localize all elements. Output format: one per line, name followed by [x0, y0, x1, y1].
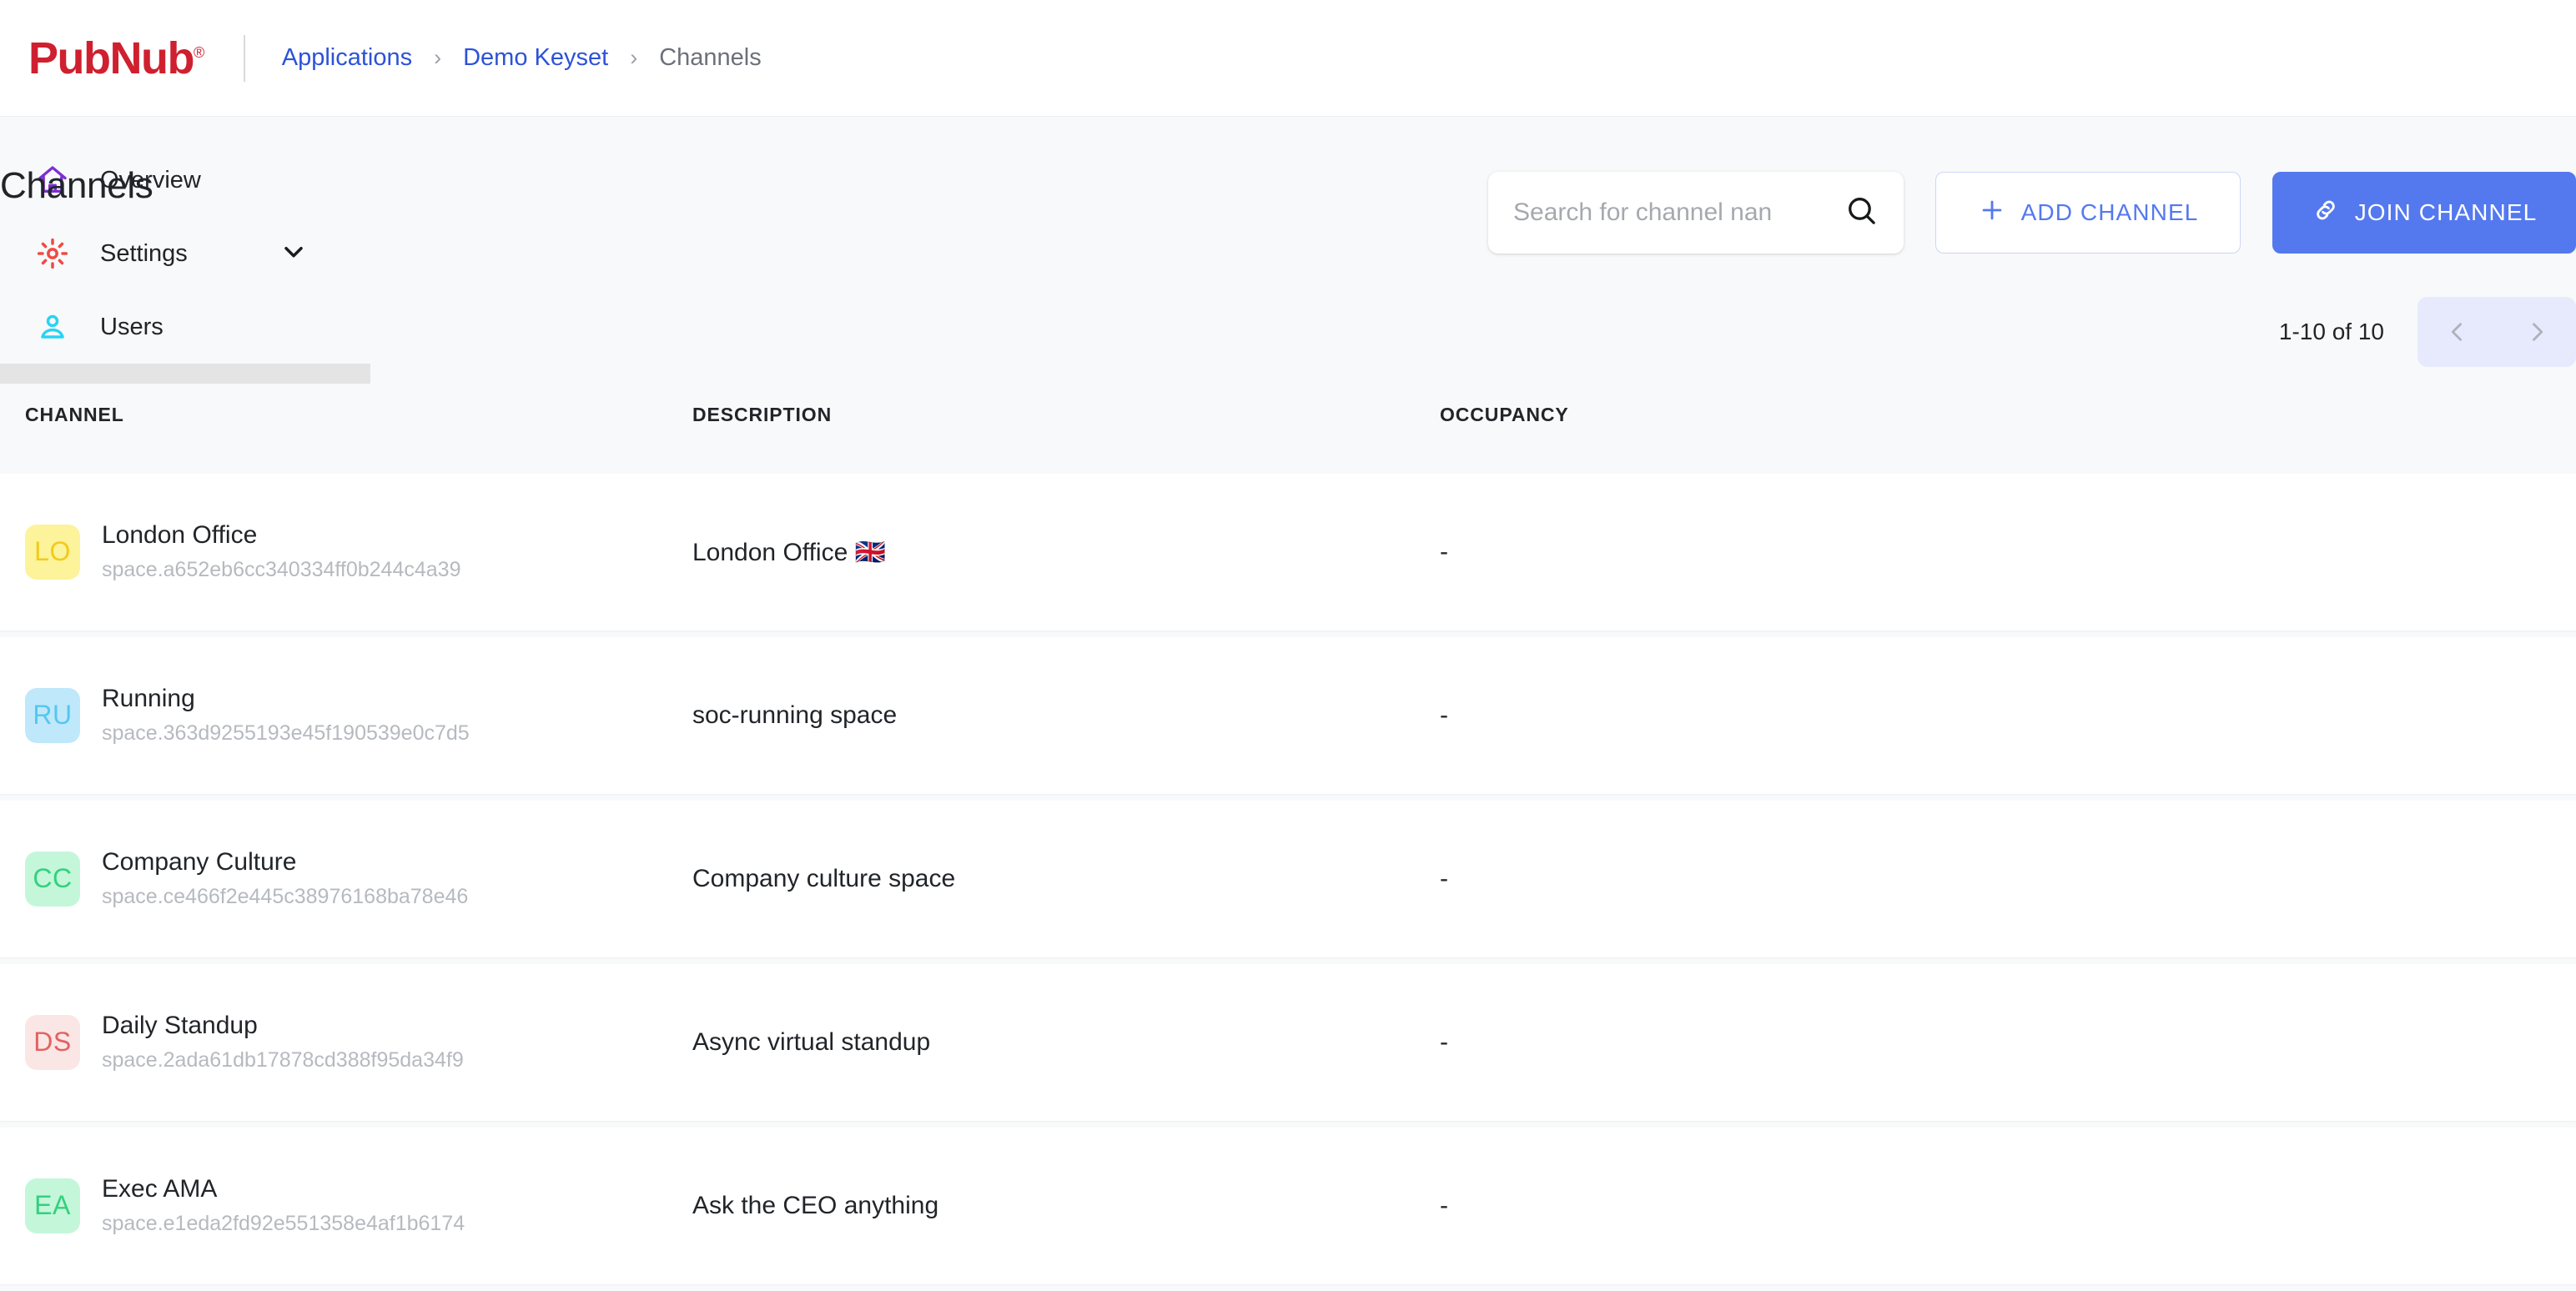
channels-table: CHANNEL DESCRIPTION OCCUPANCY LO London O…	[0, 384, 2576, 1291]
channel-meta: London Office space.a652eb6cc340334ff0b24…	[102, 520, 460, 584]
channel-id: space.a652eb6cc340334ff0b244c4a39	[102, 555, 460, 585]
gear-icon	[30, 237, 75, 270]
channel-description: Async virtual standup	[692, 1028, 1440, 1057]
avatar: CC	[25, 851, 80, 907]
next-page-button[interactable]	[2508, 297, 2566, 367]
breadcrumb: Applications › Demo Keyset › Channels	[282, 44, 762, 72]
breadcrumb-separator: ›	[434, 47, 441, 69]
channel-id: space.363d9255193e45f190539e0c7d5	[102, 719, 470, 748]
plus-icon	[1978, 196, 2006, 230]
search-input[interactable]	[1513, 198, 1844, 227]
channel-meta: Exec AMA space.e1eda2fd92e551358e4af1b617…	[102, 1173, 465, 1238]
channel-description: soc-running space	[692, 701, 1440, 730]
channel-id: space.e1eda2fd92e551358e4af1b6174	[102, 1209, 465, 1238]
channel-occupancy: -	[1440, 1028, 2576, 1057]
channel-cell: CC Company Culture space.ce466f2e445c38976…	[0, 846, 692, 911]
join-channel-button[interactable]: JOIN CHANNEL	[2272, 172, 2576, 254]
channel-name: Company Culture	[102, 846, 468, 878]
avatar-initials: DS	[33, 1027, 71, 1057]
channel-meta: Daily Standup space.2ada61db17878cd388f95…	[102, 1010, 464, 1074]
channel-meta: Company Culture space.ce466f2e445c3897616…	[102, 846, 468, 911]
avatar-initials: EA	[34, 1190, 71, 1221]
channel-cell: DS Daily Standup space.2ada61db17878cd388f…	[0, 1010, 692, 1074]
sidebar-item-users[interactable]: Users	[0, 290, 370, 364]
join-channel-label: JOIN CHANNEL	[2355, 199, 2538, 226]
sidebar-item-label: Settings	[100, 240, 188, 268]
add-channel-button[interactable]: ADD CHANNEL	[1935, 172, 2241, 254]
avatar-initials: LO	[34, 536, 71, 567]
table-row[interactable]: DS Daily Standup space.2ada61db17878cd388f…	[0, 964, 2576, 1121]
table-row[interactable]: RU Running space.363d9255193e45f190539e0c7…	[0, 637, 2576, 794]
page-title: Channels	[0, 165, 153, 207]
channel-occupancy: -	[1440, 701, 2576, 730]
channel-description: London Office 🇬🇧	[692, 538, 1440, 567]
top-bar: PubNub® Applications › Demo Keyset › Cha…	[0, 0, 2576, 117]
channel-id: space.ce466f2e445c38976168ba78e46	[102, 882, 468, 912]
avatar: RU	[25, 688, 80, 743]
logo-text: PubNub	[28, 33, 194, 83]
channel-cell: RU Running space.363d9255193e45f190539e0c7…	[0, 683, 692, 747]
previous-page-button[interactable]	[2428, 297, 2487, 367]
pubnub-logo[interactable]: PubNub®	[28, 36, 204, 81]
add-channel-label: ADD CHANNEL	[2021, 199, 2199, 226]
channel-name: Running	[102, 683, 470, 715]
table-row[interactable]: CC Company Culture space.ce466f2e445c38976…	[0, 801, 2576, 957]
pagination-buttons	[2418, 297, 2576, 367]
table-header-row: CHANNEL DESCRIPTION OCCUPANCY	[0, 384, 2576, 474]
channel-description: Company culture space	[692, 865, 1440, 893]
column-header-occupancy: OCCUPANCY	[1440, 404, 2576, 426]
channel-occupancy: -	[1440, 1192, 2576, 1220]
table-row[interactable]: LO London Office space.a652eb6cc340334ff0b…	[0, 474, 2576, 630]
search-icon[interactable]	[1844, 193, 1880, 234]
avatar: LO	[25, 525, 80, 580]
table-row[interactable]: EA Exec AMA space.e1eda2fd92e551358e4af1b6…	[0, 1128, 2576, 1284]
channel-cell: EA Exec AMA space.e1eda2fd92e551358e4af1b6…	[0, 1173, 692, 1238]
channel-description: Ask the CEO anything	[692, 1192, 1440, 1220]
sidebar-item-label: Users	[100, 314, 164, 341]
breadcrumb-applications[interactable]: Applications	[282, 44, 412, 72]
table-body: LO London Office space.a652eb6cc340334ff0b…	[0, 474, 2576, 1284]
channel-name: Exec AMA	[102, 1173, 465, 1205]
avatar-initials: CC	[33, 863, 72, 894]
column-header-channel: CHANNEL	[0, 404, 692, 426]
channel-occupancy: -	[1440, 538, 2576, 566]
main-content: Channels ADD CHA	[370, 117, 2576, 1291]
column-header-description: DESCRIPTION	[692, 404, 1440, 426]
registered-mark: ®	[194, 44, 204, 61]
user-icon	[30, 310, 75, 344]
pagination-range: 1-10 of 10	[2279, 319, 2384, 345]
channel-name: London Office	[102, 520, 460, 551]
sidebar-item-settings[interactable]: Settings	[0, 217, 370, 290]
app-root: PubNub® Applications › Demo Keyset › Cha…	[0, 0, 2576, 1291]
channel-name: Daily Standup	[102, 1010, 464, 1042]
breadcrumb-channels: Channels	[659, 44, 762, 72]
header-divider	[244, 35, 245, 82]
channel-meta: Running space.363d9255193e45f190539e0c7d5	[102, 683, 470, 747]
channel-cell: LO London Office space.a652eb6cc340334ff0b…	[0, 520, 692, 584]
channel-id: space.2ada61db17878cd388f95da34f9	[102, 1046, 464, 1075]
avatar: EA	[25, 1178, 80, 1233]
channel-occupancy: -	[1440, 865, 2576, 893]
avatar-initials: RU	[33, 700, 72, 731]
app-body: Overview Settings	[0, 117, 2576, 1291]
pagination: 1-10 of 10	[2279, 297, 2576, 367]
breadcrumb-demo-keyset[interactable]: Demo Keyset	[463, 44, 608, 72]
breadcrumb-separator: ›	[630, 47, 637, 69]
chevron-down-icon[interactable]	[279, 237, 309, 271]
link-icon	[2312, 196, 2340, 230]
search-box[interactable]	[1488, 172, 1904, 254]
avatar: DS	[25, 1015, 80, 1070]
page-actions: ADD CHANNEL JOIN CHANNEL	[1488, 172, 2576, 254]
